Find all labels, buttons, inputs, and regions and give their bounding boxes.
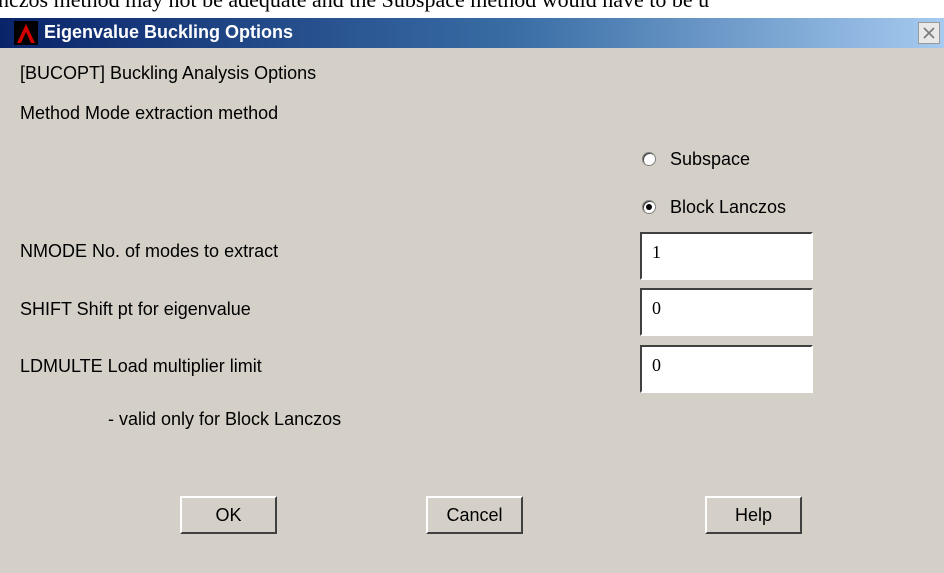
close-button[interactable] [918,22,940,44]
ansys-logo-icon [14,21,38,45]
help-button[interactable]: Help [705,496,802,534]
shift-label: SHIFT Shift pt for eigenvalue [20,299,251,319]
title-bar[interactable]: Eigenvalue Buckling Options [0,18,944,48]
ldmulte-label: LDMULTE Load multiplier limit [20,356,262,376]
radio-label-block-lanczos: Block Lanczos [670,196,787,217]
ok-button[interactable]: OK [180,496,277,534]
nmode-input[interactable]: 1 [640,232,813,280]
background-document-text: nczos method may not be adequate and the… [0,0,944,18]
eigenvalue-buckling-options-dialog: Eigenvalue Buckling Options [BUCOPT] Buc… [0,18,944,573]
ldmulte-note: - valid only for Block Lanczos [108,409,342,429]
radio-subspace[interactable]: Subspace [642,147,750,171]
radio-label-subspace: Subspace [670,148,751,169]
radio-button-block-lanczos[interactable] [642,200,656,214]
window-title: Eigenvalue Buckling Options [44,22,294,42]
background-text: nczos method may not be adequate and the… [0,0,709,13]
radio-button-subspace[interactable] [642,152,656,166]
radio-block-lanczos[interactable]: Block Lanczos [642,195,786,219]
shift-input[interactable]: 0 [640,288,813,336]
nmode-label: NMODE No. of modes to extract [20,241,279,261]
cancel-button[interactable]: Cancel [426,496,523,534]
method-label: Method Mode extraction method [20,103,279,123]
close-icon [923,27,935,39]
ldmulte-input[interactable]: 0 [640,345,813,393]
command-label: [BUCOPT] Buckling Analysis Options [20,63,317,83]
